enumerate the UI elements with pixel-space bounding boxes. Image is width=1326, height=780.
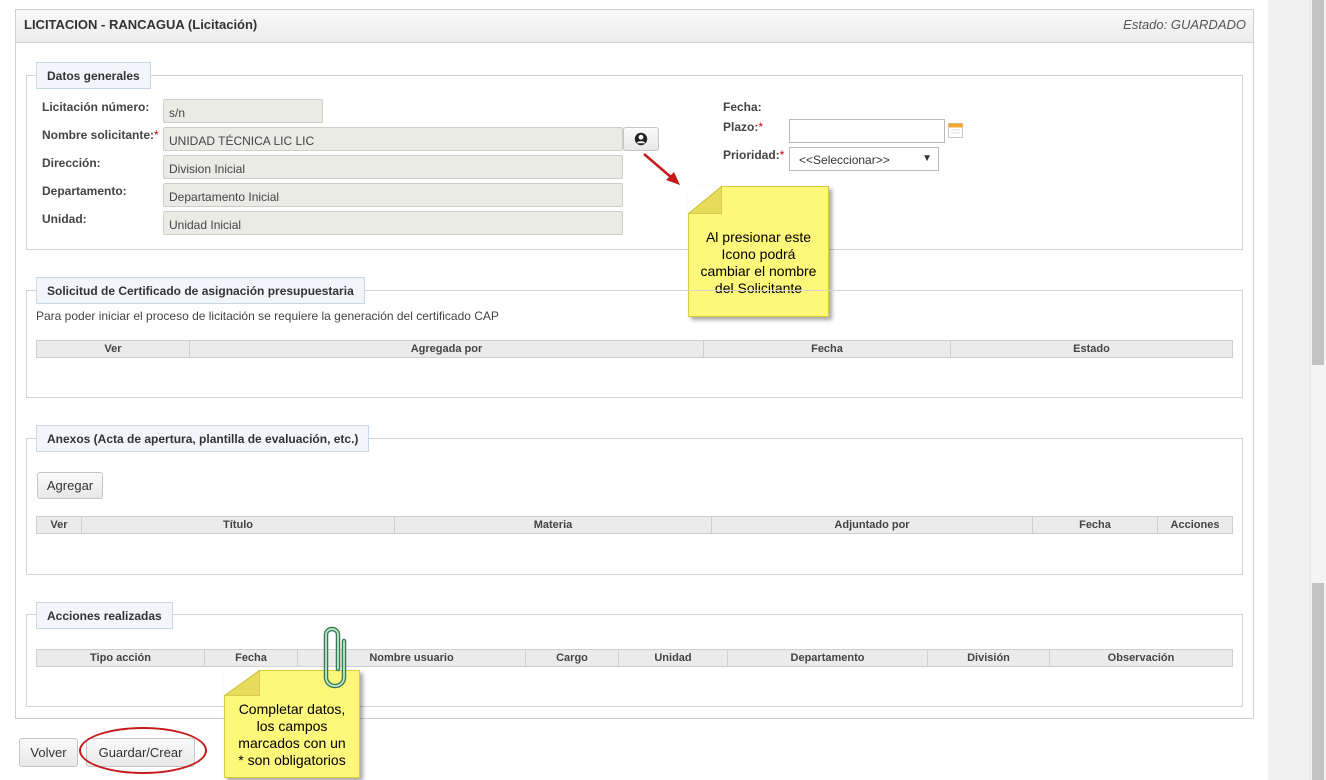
column-header[interactable]: Título	[82, 517, 395, 533]
page-title: LICITACION - RANCAGUA (Licitación)	[24, 17, 258, 32]
departamento-label: Departamento:	[42, 184, 127, 198]
column-header[interactable]: Estado	[951, 341, 1232, 357]
direccion-label: Dirección:	[42, 156, 101, 170]
column-header[interactable]: Materia	[395, 517, 712, 533]
annotation-arrow	[643, 153, 680, 185]
anexos-fieldset	[26, 438, 1243, 575]
page-gutter	[1268, 0, 1310, 780]
note-line: cambiar el nombre	[700, 263, 817, 279]
column-header[interactable]: Fecha	[704, 341, 951, 357]
scrollbar-thumb-lower[interactable]	[1312, 583, 1324, 780]
calendar-icon[interactable]	[948, 122, 963, 138]
prioridad-label: Prioridad:*	[723, 148, 785, 162]
departamento-field[interactable]: Departamento Inicial	[163, 183, 623, 207]
agregar-button[interactable]: Agregar	[37, 472, 103, 499]
scrollbar-thumb[interactable]	[1312, 0, 1324, 365]
note-line: * son obligatorios	[238, 752, 346, 768]
datos-generales-legend: Datos generales	[36, 62, 151, 89]
note-line: Icono podrá	[721, 246, 796, 262]
numero-label: Licitación número:	[42, 100, 150, 114]
column-header[interactable]: Ver	[37, 517, 82, 533]
acciones-legend: Acciones realizadas	[36, 602, 173, 629]
unidad-field[interactable]: Unidad Inicial	[163, 211, 623, 235]
column-header[interactable]: Acciones	[1158, 517, 1232, 533]
note-line: Completar datos,	[238, 701, 346, 717]
column-header[interactable]: Adjuntado por	[712, 517, 1033, 533]
anexos-legend: Anexos (Acta de apertura, plantilla de e…	[36, 425, 370, 452]
prioridad-select[interactable]: <<Seleccionar>> ▼	[789, 147, 939, 171]
prioridad-selected: <<Seleccionar>>	[799, 153, 890, 167]
column-header[interactable]: Ver	[37, 341, 190, 357]
column-header[interactable]: Observación	[1050, 650, 1232, 666]
fecha-label: Fecha:	[723, 100, 762, 114]
unidad-label: Unidad:	[42, 212, 87, 226]
plazo-input[interactable]	[789, 119, 945, 143]
note-fold	[224, 670, 260, 696]
note-fold	[688, 186, 722, 214]
chevron-down-icon: ▼	[922, 153, 932, 164]
solicitud-description: Para poder iniciar el proceso de licitac…	[36, 309, 499, 323]
anexos-table-header: Ver Título Materia Adjuntado por Fecha A…	[36, 516, 1233, 534]
user-icon	[634, 132, 648, 146]
status-text: Estado: GUARDADO	[1123, 17, 1246, 32]
note-line: marcados con un	[238, 735, 346, 751]
solicitante-field[interactable]: UNIDAD TÉCNICA LIC LIC	[163, 127, 623, 151]
volver-button[interactable]: Volver	[19, 738, 78, 767]
paperclip-icon	[323, 626, 347, 689]
highlight-ellipse	[79, 727, 207, 774]
solicitud-table-header: Ver Agregada por Fecha Estado	[36, 340, 1233, 358]
numero-field[interactable]: s/n	[163, 99, 323, 123]
acciones-table-header: Tipo acción Fecha Nombre usuario Cargo U…	[36, 649, 1233, 667]
note-line: los campos	[256, 718, 328, 734]
plazo-label: Plazo:*	[723, 120, 764, 134]
column-header[interactable]: Cargo	[526, 650, 619, 666]
column-header[interactable]: Fecha	[1033, 517, 1158, 533]
solicitud-legend: Solicitud de Certificado de asignación p…	[36, 277, 365, 304]
solicitante-label: Nombre solicitante:*	[42, 128, 159, 142]
note-line: Al presionar este	[705, 229, 812, 245]
column-header[interactable]: Fecha	[205, 650, 298, 666]
column-header[interactable]: Departamento	[728, 650, 928, 666]
column-header[interactable]: Agregada por	[190, 341, 704, 357]
direccion-field[interactable]: Division Inicial	[163, 155, 623, 179]
column-header[interactable]: Unidad	[619, 650, 728, 666]
column-header[interactable]: Tipo acción	[37, 650, 205, 666]
column-header[interactable]: División	[928, 650, 1050, 666]
